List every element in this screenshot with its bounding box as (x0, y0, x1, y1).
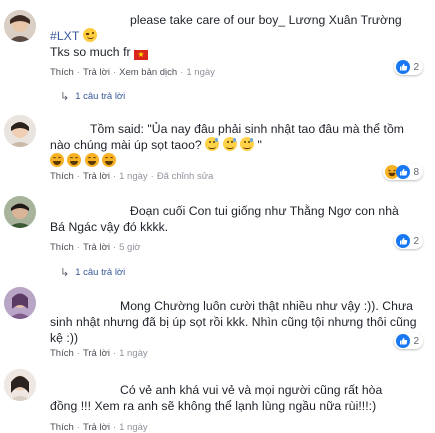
comment-line: Đoạn cuối Con tui giống như Thằng Ngơ co… (130, 204, 399, 218)
reply-link[interactable]: Trả lời (83, 242, 110, 253)
vietnam-flag-icon: ★ (134, 50, 149, 60)
comment-thread: please take care of our boy_ Lương Xuân … (0, 0, 435, 433)
sweat-smile-emoji-icon (240, 137, 255, 151)
laugh-emoji-icon (67, 153, 82, 167)
reaction-count: 2 (413, 335, 419, 347)
timestamp[interactable]: 1 ngày (119, 348, 148, 359)
timestamp[interactable]: 1 ngày (186, 67, 215, 78)
comment-line: đồng !!! Xem ra anh sẽ không thể lạnh lù… (50, 399, 377, 413)
comment-line: sinh nhật nhưng đã bị úp sọt rồi kkk. Nh… (50, 315, 417, 329)
replies-count[interactable]: 1 câu trả lời (75, 267, 125, 278)
comment-text: Có vẻ anh khá vui vẻ và mọi người cũng r… (50, 382, 405, 414)
hashtag-link[interactable]: #LXT (50, 29, 79, 43)
comment-line: Bá Ngác vậy đó kkkk. (50, 220, 169, 234)
reaction-summary[interactable]: 2 (394, 233, 423, 249)
comment-line: Có vẻ anh khá vui vẻ và mọi người cũng r… (120, 383, 383, 397)
avatar[interactable] (4, 196, 36, 228)
comment-line: please take care of our boy_ Lương Xuân … (130, 13, 402, 27)
timestamp[interactable]: 1 ngày (119, 171, 148, 182)
edited-label[interactable]: Đã chỉnh sửa (157, 171, 214, 182)
replies-count[interactable]: 1 câu trả lời (75, 91, 125, 102)
laugh-emoji-icon (84, 153, 99, 167)
reply-arrow-icon: ↳ (60, 267, 70, 279)
comment-text: please take care of our boy_ Lương Xuân … (50, 12, 405, 60)
reply-link[interactable]: Trả lời (83, 171, 110, 182)
wink-emoji-icon (82, 28, 97, 42)
comment-line: Tồm said: "Ủa nay đâu phải sinh nhật tao… (90, 122, 404, 136)
reaction-summary[interactable]: 8 (383, 164, 423, 180)
reaction-count: 2 (413, 235, 419, 247)
comment-actions: Thích · Trả lời · 5 giờ (50, 242, 141, 253)
like-icon (396, 234, 411, 248)
comment-actions: Thích · Trả lời · 1 ngày (50, 422, 148, 433)
reaction-summary[interactable]: 2 (394, 59, 423, 75)
like-link[interactable]: Thích (50, 242, 74, 253)
timestamp[interactable]: 5 giờ (119, 242, 141, 253)
reply-arrow-icon: ↳ (60, 91, 70, 103)
avatar[interactable] (4, 287, 36, 319)
like-icon (396, 334, 411, 348)
comment-text: Đoạn cuối Con tui giống như Thằng Ngơ co… (50, 203, 405, 235)
reaction-count: 2 (413, 61, 419, 73)
comment-actions: Thích · Trả lời · 1 ngày · Đã chỉnh sửa (50, 171, 214, 182)
comment-actions: Thích · Trả lời · 1 ngày (50, 348, 148, 359)
view-replies-link[interactable]: ↳ 1 câu trả lời (60, 266, 125, 279)
comment-line: Tks so much fr (50, 45, 131, 59)
avatar[interactable] (4, 369, 36, 401)
reply-link[interactable]: Trả lời (83, 67, 110, 78)
view-replies-link[interactable]: ↳ 1 câu trả lời (60, 90, 125, 103)
timestamp[interactable]: 1 ngày (119, 422, 148, 433)
comment-actions: Thích · Trả lời · Xem bản dịch · 1 ngày (50, 67, 215, 78)
translate-link[interactable]: Xem bản dịch (119, 67, 177, 78)
laugh-emoji-icon (50, 153, 64, 167)
like-icon (396, 165, 411, 179)
like-link[interactable]: Thích (50, 67, 74, 78)
like-link[interactable]: Thích (50, 171, 74, 182)
comment-line: nào chúng mài úp sọt taoo? (50, 138, 202, 152)
comment-line: kệ :)) (50, 331, 79, 345)
laugh-emoji-icon (102, 153, 117, 167)
reaction-summary[interactable]: 2 (394, 333, 423, 349)
sweat-smile-emoji-icon (222, 137, 237, 151)
like-link[interactable]: Thích (50, 348, 74, 359)
comment-line: Mong Chường luôn cười thật nhiều như vậy… (120, 299, 413, 313)
comment-text: Tồm said: "Ủa nay đâu phải sinh nhật tao… (50, 121, 405, 169)
sweat-smile-emoji-icon (205, 137, 220, 151)
reply-link[interactable]: Trả lời (83, 348, 110, 359)
comment-text: Mong Chường luôn cười thật nhiều như vậy… (50, 298, 417, 346)
reply-link[interactable]: Trả lời (83, 422, 110, 433)
avatar[interactable] (4, 10, 36, 42)
comment-line: " (257, 138, 262, 152)
like-icon (396, 60, 411, 74)
emoji-row (50, 153, 405, 169)
like-link[interactable]: Thích (50, 422, 74, 433)
avatar[interactable] (4, 115, 36, 147)
reaction-count: 8 (413, 166, 419, 178)
